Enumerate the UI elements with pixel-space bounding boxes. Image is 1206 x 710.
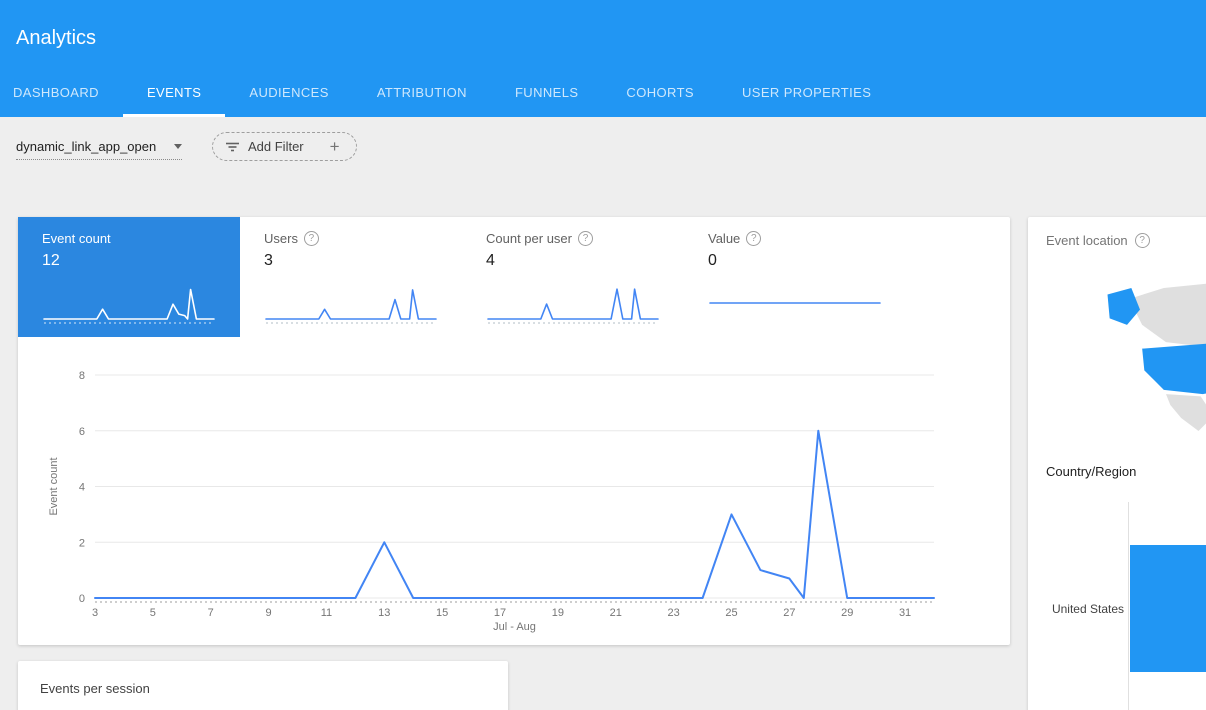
count-per-user-sparkline [486, 281, 660, 327]
svg-text:Jul - Aug: Jul - Aug [493, 621, 536, 633]
card-title: Events per session [40, 681, 150, 696]
svg-text:27: 27 [783, 607, 795, 619]
country-bar [1130, 545, 1206, 672]
tile-value: 0 [708, 252, 882, 270]
tile-label: Value [708, 231, 740, 246]
north-america-map [1098, 262, 1206, 457]
metric-tile-event-count[interactable]: Event count 12 [18, 217, 240, 337]
tile-label: Event count [42, 231, 111, 246]
svg-text:23: 23 [667, 607, 679, 619]
svg-text:31: 31 [899, 607, 911, 619]
metric-tile-count-per-user[interactable]: Count per user ? 4 [462, 217, 684, 337]
tile-value: 3 [264, 252, 438, 270]
chevron-down-icon [174, 144, 182, 149]
country-region-header: Country/Region [1046, 464, 1136, 479]
app-root: Analytics DASHBOARD EVENTS AUDIENCES ATT… [0, 0, 1206, 710]
card-title: Event location [1046, 233, 1128, 248]
add-filter-label: Add Filter [248, 139, 304, 154]
map-united-states[interactable] [1142, 342, 1206, 394]
metric-tile-users[interactable]: Users ? 3 [240, 217, 462, 337]
event-count-chart: 0 2 4 6 8 3 5 7 9 11 13 15 17 19 21 23 25 27 29 31 Jul - Aug… [46, 365, 986, 635]
event-count-sparkline [42, 281, 216, 327]
svg-text:9: 9 [266, 607, 272, 619]
svg-text:15: 15 [436, 607, 448, 619]
metric-tile-value[interactable]: Value ? 0 [684, 217, 906, 337]
tile-value: 12 [42, 252, 216, 270]
svg-text:17: 17 [494, 607, 506, 619]
help-icon[interactable]: ? [746, 231, 761, 246]
svg-text:6: 6 [79, 426, 85, 438]
map-alaska[interactable] [1108, 288, 1141, 325]
svg-text:2: 2 [79, 537, 85, 549]
svg-text:11: 11 [321, 607, 332, 619]
svg-text:25: 25 [725, 607, 737, 619]
svg-text:21: 21 [610, 607, 622, 619]
tile-value: 4 [486, 252, 660, 270]
svg-text:7: 7 [208, 607, 214, 619]
tile-label: Count per user [486, 231, 572, 246]
country-label: United States [1052, 602, 1124, 616]
svg-text:29: 29 [841, 607, 853, 619]
event-selector-value: dynamic_link_app_open [16, 139, 156, 154]
svg-text:5: 5 [150, 607, 156, 619]
event-selector-dropdown[interactable]: dynamic_link_app_open [16, 133, 182, 160]
add-filter-button[interactable]: Add Filter + [212, 132, 357, 161]
value-sparkline [708, 281, 882, 327]
svg-text:19: 19 [552, 607, 564, 619]
app-header: Analytics DASHBOARD EVENTS AUDIENCES ATT… [0, 0, 1206, 117]
svg-text:Event count: Event count [48, 457, 60, 515]
svg-text:3: 3 [92, 607, 98, 619]
events-per-session-card: Events per session [18, 661, 508, 710]
help-icon[interactable]: ? [578, 231, 593, 246]
tab-attribution[interactable]: ATTRIBUTION [353, 69, 491, 117]
svg-text:13: 13 [378, 607, 390, 619]
tile-label: Users [264, 231, 298, 246]
event-location-card: Event location ? Country/Region United S… [1028, 217, 1206, 710]
filter-list-icon [225, 140, 240, 154]
help-icon[interactable]: ? [304, 231, 319, 246]
tab-dashboard[interactable]: DASHBOARD [0, 69, 123, 117]
events-overview-card: Event count 12 Users ? 3 Count per user … [18, 217, 1010, 645]
tab-funnels[interactable]: FUNNELS [491, 69, 602, 117]
users-sparkline [264, 281, 438, 327]
svg-text:4: 4 [79, 482, 85, 494]
help-icon[interactable]: ? [1135, 233, 1150, 248]
tab-audiences[interactable]: AUDIENCES [225, 69, 352, 117]
svg-text:0: 0 [79, 593, 85, 605]
tab-cohorts[interactable]: COHORTS [602, 69, 718, 117]
plus-icon: + [330, 137, 340, 157]
bar-axis-line [1128, 502, 1129, 710]
tab-bar: DASHBOARD EVENTS AUDIENCES ATTRIBUTION F… [0, 69, 895, 117]
svg-text:8: 8 [79, 370, 85, 382]
metric-tiles: Event count 12 Users ? 3 Count per user … [18, 217, 1010, 337]
tab-user-properties[interactable]: USER PROPERTIES [718, 69, 895, 117]
page-title: Analytics [16, 27, 96, 50]
bar-track [1130, 545, 1206, 672]
tab-events[interactable]: EVENTS [123, 69, 225, 117]
